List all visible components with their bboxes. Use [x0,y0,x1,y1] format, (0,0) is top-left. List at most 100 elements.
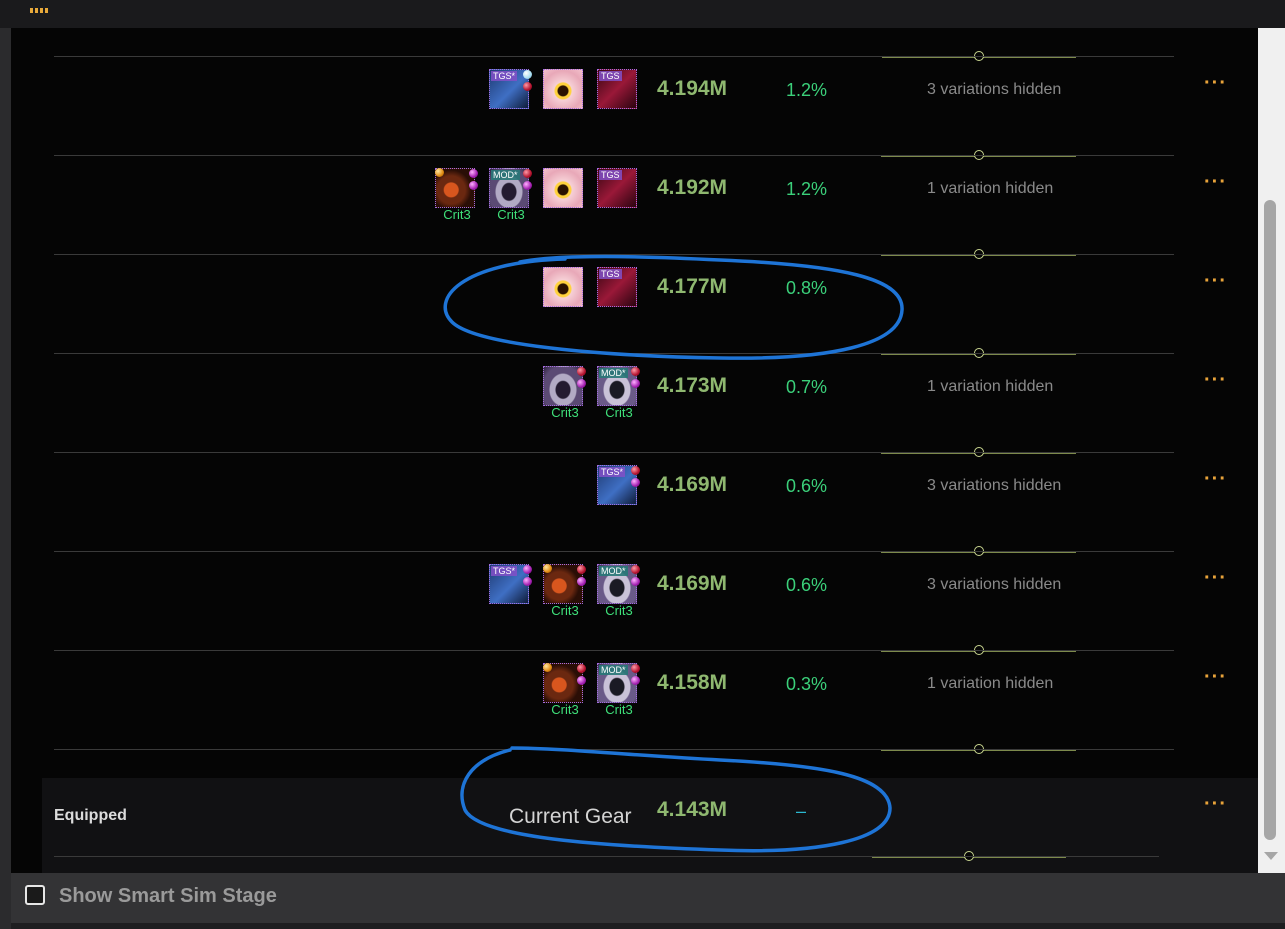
results-panel: Crit3 Crit3 TGS* TGS 4.194M 1.2% 3 variations … [11,28,1258,873]
dps-value: 4.173M [657,374,728,397]
belt-item[interactable]: Crit3 [543,564,587,618]
gem-icon [435,168,444,177]
gem-icon [631,565,640,574]
pink-pendant-item[interactable] [543,267,587,311]
scrollbar-thumb[interactable] [1264,200,1276,840]
more-options-button[interactable]: ··· [1204,172,1227,192]
left-rail [0,28,11,873]
gem-icon [523,169,532,178]
item-list: TGS* Crit3 MOD* Crit3 [11,552,651,618]
more-options-button[interactable]: ··· [1204,370,1227,390]
row-divider [54,749,1174,750]
blue-trinket-item[interactable]: TGS* [489,564,533,608]
item-list: Crit3 MOD* Crit3 TGS [11,156,651,222]
item-list: Crit3 MOD* Crit3 [11,651,651,717]
result-row: TGS 4.177M 0.8% ··· [11,255,1258,358]
gem-icon [631,478,640,487]
gem-icon [577,577,586,586]
ring-item[interactable]: MOD* Crit3 [489,168,533,222]
gem-icon [577,565,586,574]
belt-item[interactable]: Crit3 [435,168,479,222]
pink-pendant-icon[interactable] [543,267,583,307]
ring-item[interactable]: Crit3 [543,366,587,420]
gem-icon [631,379,640,388]
dps-gain-percent: 0.6% [786,575,828,595]
blue-trinket-item[interactable]: TGS* [489,69,533,113]
crit-label: Crit3 [605,405,633,420]
crit-label: Crit3 [605,603,633,618]
crit-label: Crit3 [497,207,525,222]
more-options-button[interactable]: ··· [1204,73,1227,93]
blue-trinket-item[interactable]: TGS* [597,465,641,509]
variations-hidden-link[interactable]: 3 variations hidden [927,575,1061,595]
more-options-button[interactable]: ··· [1204,667,1227,687]
maroon-trinket-item[interactable]: TGS [597,168,641,212]
equipped-row: Equipped Current Gear 4.143M – ··· [42,778,1258,873]
dps-value: 4.194M [657,77,728,100]
more-options-button[interactable]: ··· [1204,794,1227,814]
show-smart-sim-label[interactable]: Show Smart Sim Stage [59,885,277,908]
logo-icon [30,0,52,13]
footer-strip [11,923,1285,929]
variations-hidden-link[interactable]: 1 variation hidden [927,674,1053,694]
more-options-button[interactable]: ··· [1204,568,1227,588]
more-options-button[interactable]: ··· [1204,469,1227,489]
item-tag: TGS* [491,71,518,81]
dps-value: 4.192M [657,176,728,199]
belt-item[interactable]: Crit3 [543,663,587,717]
variations-hidden-link[interactable]: 3 variations hidden [927,476,1061,496]
item-list: TGS [11,255,651,315]
result-row: TGS* 4.169M 0.6% 3 variations hidden ··· [11,453,1258,556]
gem-icon [469,181,478,190]
result-row: TGS* TGS 4.194M 1.2% 3 variations hidden ··· [11,57,1258,160]
dps-value: 4.177M [657,275,728,298]
dps-gain-percent: 1.2% [786,179,828,199]
variations-hidden-link[interactable]: 3 variations hidden [927,80,1061,100]
dps-gain-percent: 0.7% [786,377,828,397]
item-tag: MOD* [599,368,628,378]
maroon-trinket-icon[interactable]: TGS [597,69,637,109]
scrollbar[interactable] [1258,28,1285,873]
maroon-trinket-icon[interactable]: TGS [597,267,637,307]
gem-icon [523,82,532,91]
pink-pendant-icon[interactable] [543,69,583,109]
row-divider [54,856,1159,857]
scroll-down-icon[interactable] [1264,852,1278,860]
ring2-item[interactable]: MOD* Crit3 [597,564,641,618]
item-list: TGS* [11,453,651,513]
gem-icon [543,564,552,573]
gem-icon [523,70,532,79]
maroon-trinket-icon[interactable]: TGS [597,168,637,208]
footer: Show Smart Sim Stage [11,873,1285,929]
ring2-item[interactable]: MOD* Crit3 [597,663,641,717]
show-smart-sim-checkbox[interactable] [25,885,45,905]
gem-icon [631,466,640,475]
variations-hidden-link[interactable]: 1 variation hidden [927,179,1053,199]
gem-icon [631,367,640,376]
ring2-item[interactable]: MOD* Crit3 [597,366,641,420]
gem-icon [577,379,586,388]
dps-gain-percent: 0.6% [786,476,828,496]
item-tag: TGS* [491,566,518,576]
pink-pendant-item[interactable] [543,168,587,212]
item-tag: MOD* [599,665,628,675]
pink-pendant-icon[interactable] [543,168,583,208]
maroon-trinket-item[interactable]: TGS [597,267,641,311]
top-bar [0,0,1285,28]
variations-hidden-link[interactable]: 1 variation hidden [927,377,1053,397]
item-list: TGS* TGS [11,57,651,117]
pink-pendant-item[interactable] [543,69,587,113]
maroon-trinket-item[interactable]: TGS [597,69,641,113]
dps-gain-percent: 0.8% [786,278,828,298]
result-row: TGS* Crit3 MOD* Crit3 4.169M 0.6% 3 variations… [11,552,1258,655]
crit-label: Crit3 [605,702,633,717]
gem-icon [523,565,532,574]
item-tag: TGS [599,71,622,81]
gem-icon [631,577,640,586]
gem-icon [631,664,640,673]
more-options-button[interactable]: ··· [1204,271,1227,291]
result-row: Crit3 MOD* Crit3 TGS 4.192M 1.2% 1 variation h… [11,156,1258,259]
item-list: Crit3 MOD* Crit3 [11,354,651,420]
dps-gain-percent: – [796,801,807,821]
crit-label: Crit3 [551,702,579,717]
